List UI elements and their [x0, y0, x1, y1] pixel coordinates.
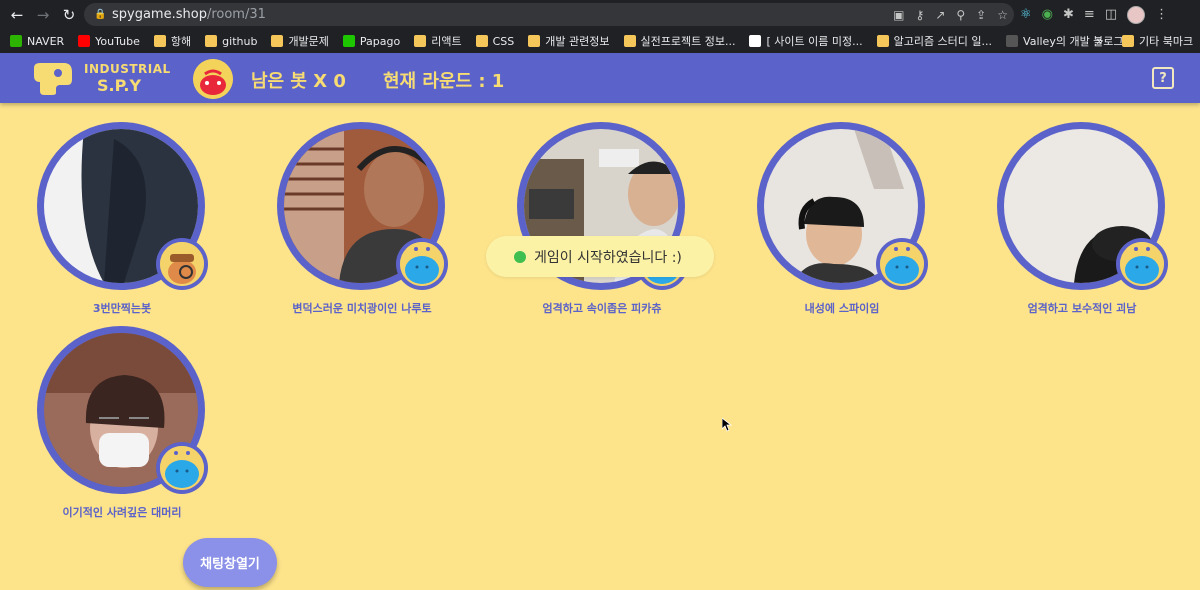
profile-avatar[interactable] — [1127, 5, 1146, 24]
bot-avatar — [193, 59, 233, 99]
help-button[interactable]: ? — [1152, 67, 1174, 89]
folder-icon — [1122, 35, 1134, 47]
notion-icon — [749, 35, 762, 47]
logo-text-bottom: S.P.Y — [97, 76, 142, 95]
back-icon[interactable]: ← — [4, 2, 30, 28]
address-bar[interactable]: 🔒 spygame.shop/room/31 ▣ ⚷ ↗ ⚲ ⇪ ☆ — [84, 3, 1014, 26]
camera-icon[interactable]: ▣ — [893, 8, 904, 22]
blob-icon — [880, 242, 924, 286]
share-icon[interactable]: ⇪ — [976, 8, 986, 22]
role-badge — [156, 442, 208, 494]
naver-icon — [10, 35, 22, 47]
player-card: 3번만찍는봇 — [37, 122, 208, 315]
folder-icon — [475, 35, 488, 47]
player-card: 엄격하고 속이좁은 피카츄 — [517, 122, 688, 315]
blob-icon — [160, 446, 204, 490]
lock-icon: 🔒 — [94, 8, 107, 20]
player-card: 변덕스러운 미치광이인 나루토 — [277, 122, 448, 315]
react-devtools-icon[interactable]: ⚛ — [1020, 7, 1032, 22]
folder-icon — [414, 35, 427, 47]
bookmarks-overflow-button[interactable]: » — [1096, 29, 1103, 53]
role-badge — [396, 238, 448, 290]
folder-icon — [205, 35, 218, 47]
papago-icon — [342, 35, 355, 47]
logo-text-top: INDUSTRIAL — [84, 62, 171, 76]
toast-message: 게임이 시작하였습니다 :) — [534, 249, 682, 266]
bots-remaining: 남은 봇 X 0 — [251, 71, 346, 92]
star-icon[interactable]: ☆ — [997, 8, 1008, 22]
folder-icon — [153, 35, 166, 47]
sidepanel-icon[interactable]: ◫ — [1105, 7, 1117, 22]
player-name: 내성에 스파이임 — [804, 302, 880, 315]
folder-icon — [528, 35, 541, 47]
open-chat-button[interactable]: 채팅창열기 — [183, 538, 277, 587]
logo-icon — [34, 63, 72, 95]
status-dot-icon — [514, 250, 526, 263]
player-card: 내성에 스파이임 — [757, 122, 928, 315]
detective-icon — [160, 242, 204, 286]
player-name: 엄격하고 보수적인 괴남 — [1027, 302, 1137, 315]
bookmark-folder[interactable]: 개발문제 — [271, 33, 329, 49]
bookmark-youtube[interactable]: YouTube — [78, 35, 140, 48]
puzzle-icon[interactable]: ✱ — [1063, 7, 1074, 22]
bookmark-folder[interactable]: 개발 관련정보 — [528, 33, 610, 49]
key-icon[interactable]: ⚷ — [916, 8, 925, 22]
bookmark-naver[interactable]: NAVER — [10, 35, 64, 48]
zoom-icon[interactable]: ⚲ — [956, 8, 965, 22]
game-start-toast: 게임이 시작하였습니다 :) — [486, 236, 714, 277]
current-round: 현재 라운드 : 1 — [383, 71, 505, 92]
browser-toolbar: ← → ↻ 🔒 spygame.shop/room/31 ▣ ⚷ ↗ ⚲ ⇪ ☆… — [0, 0, 1200, 29]
app-header: INDUSTRIAL S.P.Y 남은 봇 X 0 현재 라운드 : 1 ? — [0, 53, 1200, 103]
folder-icon — [623, 35, 636, 47]
bookmark-folder[interactable]: CSS — [475, 35, 514, 48]
role-badge — [876, 238, 928, 290]
blob-icon — [1120, 242, 1164, 286]
player-name: 3번만찍는봇 — [92, 302, 152, 315]
youtube-icon — [78, 35, 91, 47]
other-bookmarks[interactable]: 기타 북마크 — [1122, 29, 1193, 53]
bookmark-folder[interactable]: 알고리즘 스터디 일... — [876, 33, 992, 49]
media-icon[interactable]: ≡ — [1084, 7, 1095, 22]
bookmark-folder[interactable]: 항해 — [153, 33, 191, 49]
bookmark-papago[interactable]: Papago — [342, 35, 400, 48]
menu-icon[interactable]: ⋮ — [1155, 7, 1168, 22]
player-card: 엄격하고 보수적인 괴남 — [997, 122, 1168, 315]
url-host: spygame.shop — [112, 7, 207, 22]
folder-icon — [876, 35, 889, 47]
player-name: 엄격하고 속이좁은 피카츄 — [542, 302, 662, 315]
player-card: 이기적인 사려깊은 대머리 — [37, 326, 208, 519]
bookmark-folder[interactable]: 리액트 — [414, 33, 462, 49]
blob-icon — [400, 242, 444, 286]
blog-icon — [1006, 35, 1019, 47]
bookmark-folder[interactable]: 실전프로젝트 정보... — [623, 33, 735, 49]
folder-icon — [271, 35, 284, 47]
role-badge — [1116, 238, 1168, 290]
bookmark-folder[interactable]: github — [205, 35, 257, 48]
url-path: /room/31 — [206, 7, 266, 22]
role-badge — [156, 238, 208, 290]
player-name: 변덕스러운 미치광이인 나루토 — [292, 302, 432, 315]
bookmarks-bar: NAVER YouTube 항해 github 개발문제 Papago 리액트 … — [0, 29, 1200, 53]
bookmark-notion[interactable]: [ 사이트 이름 미정... — [749, 33, 863, 49]
mouse-cursor-icon — [722, 418, 732, 432]
forward-icon[interactable]: → — [30, 2, 56, 28]
player-name: 이기적인 사려깊은 대머리 — [62, 506, 182, 519]
reload-icon[interactable]: ↻ — [56, 2, 82, 28]
extension-circle-icon[interactable]: ◉ — [1042, 7, 1053, 22]
bookmark-blog[interactable]: Valley의 개발 블로그 — [1006, 33, 1124, 49]
open-external-icon[interactable]: ↗ — [935, 8, 945, 22]
